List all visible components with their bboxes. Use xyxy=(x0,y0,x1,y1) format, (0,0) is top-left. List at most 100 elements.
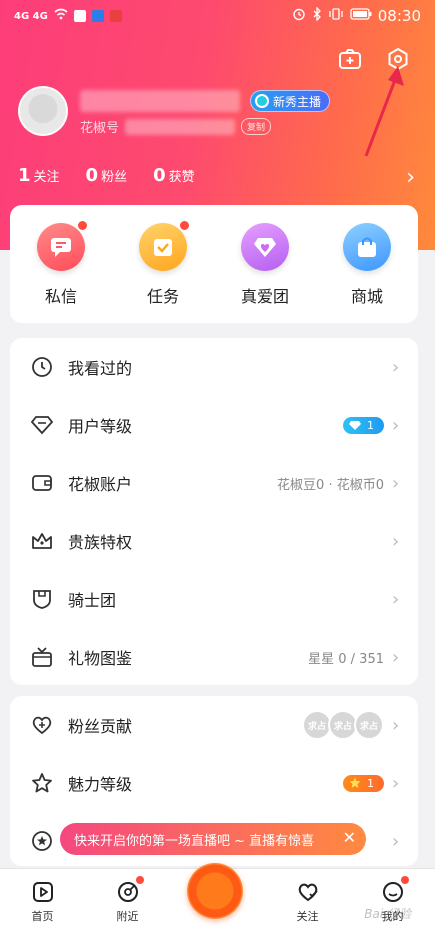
stat-label: 关注 xyxy=(33,170,60,185)
stat-number: 1 xyxy=(18,165,31,186)
quick-tasks[interactable]: 任务 xyxy=(123,221,203,323)
new-streamer-badge[interactable]: 新秀主播 xyxy=(250,90,331,112)
menu-label: 花椒账户 xyxy=(68,475,133,494)
charm-badge: 1 xyxy=(343,774,384,792)
chevron-right-icon: › xyxy=(392,356,400,378)
chevron-right-icon: › xyxy=(392,588,400,610)
tab-label: 首页 xyxy=(31,910,54,923)
chevron-right-icon: › xyxy=(392,414,400,436)
status-bar: 4G 4G 08:30 xyxy=(0,0,435,32)
star-badge-icon xyxy=(30,829,54,853)
quick-shop[interactable]: 商城 xyxy=(327,223,407,323)
heart-check-icon xyxy=(298,883,318,902)
go-live-button[interactable] xyxy=(187,863,243,919)
gift-count: 星星 0 / 351 xyxy=(308,651,384,667)
quick-actions: 私信 任务 真爱团 商城 xyxy=(10,205,418,323)
chevron-right-icon: › xyxy=(392,530,400,552)
id-prefix: 花椒号 xyxy=(80,121,120,136)
level-badge: 1 xyxy=(343,416,384,434)
annotation-arrow xyxy=(364,66,404,157)
menu-label: 魅力等级 xyxy=(68,775,133,794)
stat-number: 0 xyxy=(85,165,99,186)
avatar[interactable] xyxy=(18,86,68,136)
username-blurred xyxy=(80,90,240,112)
notification-icon xyxy=(73,10,86,22)
tv-gift-icon xyxy=(30,645,54,669)
menu-list-1: 我看过的 › 用户等级 1 › 花椒账户 花椒豆0 · 花椒币0 › 贵族特权 … xyxy=(10,338,418,685)
stats-row: 1 关注 0 粉丝 0 获赞 xyxy=(18,165,195,186)
menu-label: 粉丝贡献 xyxy=(68,717,133,736)
stat-label: 获赞 xyxy=(168,170,195,185)
quick-label: 任务 xyxy=(146,287,179,306)
stat-likes[interactable]: 0 获赞 xyxy=(153,165,195,186)
message-icon xyxy=(37,223,85,271)
go-live-toast[interactable]: 快来开启你的第一场直播吧 ~ 直播有惊喜 ✕ xyxy=(60,823,366,855)
tab-nearby[interactable]: 附近 xyxy=(98,876,158,924)
quick-label: 商城 xyxy=(350,287,383,306)
wallet-icon xyxy=(30,471,54,495)
charm-value: 1 xyxy=(367,776,374,790)
menu-fans-contribution[interactable]: 粉丝贡献 求占 求占 求占 › xyxy=(10,696,418,754)
menu-gifts[interactable]: 礼物图鉴 星星 0 / 351 › xyxy=(10,628,418,686)
menu-label: 骑士团 xyxy=(68,591,117,610)
unread-dot xyxy=(135,876,144,884)
menu-label: 贵族特权 xyxy=(68,533,133,552)
star-icon xyxy=(30,771,54,795)
clock-icon xyxy=(30,355,54,379)
level-value: 1 xyxy=(367,418,374,432)
menu-noble[interactable]: 贵族特权 › xyxy=(10,512,418,570)
menu-charm-level[interactable]: 魅力等级 1 › xyxy=(10,754,418,812)
tab-follow[interactable]: 关注 xyxy=(278,880,338,924)
fans-avatars: 求占 求占 求占 xyxy=(302,710,384,740)
menu-label: 我看过的 xyxy=(68,359,133,378)
stat-fans[interactable]: 0 粉丝 xyxy=(86,165,128,186)
badge-icon xyxy=(255,94,269,108)
signal-label: 4G 4G xyxy=(14,10,48,22)
task-icon xyxy=(139,223,187,271)
chevron-right-icon: › xyxy=(392,472,400,494)
star-small-icon xyxy=(349,777,361,788)
vibrate-icon xyxy=(328,8,344,24)
quick-true-love[interactable]: 真爱团 xyxy=(225,223,305,323)
wifi-icon xyxy=(54,8,68,24)
heart-gem-icon xyxy=(241,223,289,271)
crown-icon xyxy=(30,529,54,553)
id-value-blurred xyxy=(125,118,236,135)
alarm-icon xyxy=(292,7,306,25)
watermark: Bai 经验 xyxy=(364,907,411,921)
copy-button[interactable]: 复制 xyxy=(241,118,272,135)
clock: 08:30 xyxy=(377,7,421,25)
bluetooth-icon xyxy=(312,6,322,25)
menu-history[interactable]: 我看过的 › xyxy=(10,338,418,396)
fan-avatar-placeholder: 求占 xyxy=(354,710,384,740)
account-balance: 花椒豆0 · 花椒币0 xyxy=(277,477,384,493)
menu-label: 礼物图鉴 xyxy=(68,649,133,668)
app-notification-icon-2 xyxy=(109,10,122,22)
chevron-right-icon[interactable]: › xyxy=(406,165,415,190)
shield-icon xyxy=(30,587,54,611)
badge-label: 新秀主播 xyxy=(273,94,322,109)
menu-knight[interactable]: 骑士团 › xyxy=(10,570,418,628)
diamond-icon xyxy=(30,413,54,437)
chevron-right-icon: › xyxy=(392,772,400,794)
unread-dot xyxy=(78,221,87,230)
user-face-icon xyxy=(382,882,403,902)
tab-label: 关注 xyxy=(296,910,319,923)
chevron-right-icon: › xyxy=(392,830,400,852)
chevron-right-icon: › xyxy=(392,646,400,668)
huajiao-id: 花椒号 复制 xyxy=(80,117,272,136)
battery-icon xyxy=(350,8,372,24)
compass-icon xyxy=(117,882,138,902)
close-icon[interactable]: ✕ xyxy=(343,828,356,847)
quick-label: 真爱团 xyxy=(240,287,289,306)
tab-home[interactable]: 首页 xyxy=(13,880,73,924)
quick-messages[interactable]: 私信 xyxy=(21,221,101,323)
stat-following[interactable]: 1 关注 xyxy=(18,165,60,186)
quick-label: 私信 xyxy=(44,287,77,306)
menu-account[interactable]: 花椒账户 花椒豆0 · 花椒币0 › xyxy=(10,454,418,512)
menu-user-level[interactable]: 用户等级 1 › xyxy=(10,396,418,454)
menu-label: 用户等级 xyxy=(68,417,133,436)
diamond-small-icon xyxy=(349,421,361,430)
heart-plus-icon xyxy=(30,713,54,737)
chevron-right-icon: › xyxy=(392,714,400,736)
